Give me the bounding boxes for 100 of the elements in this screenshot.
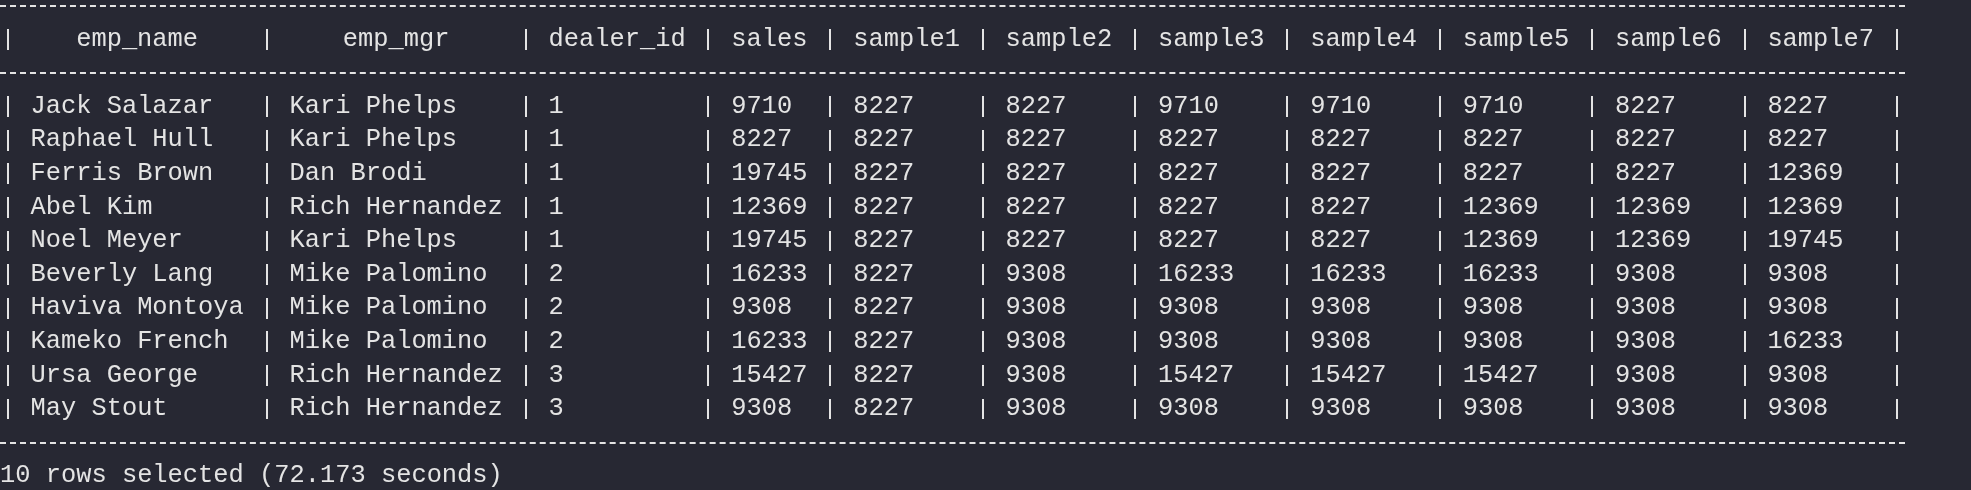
table-cell-text: 8227	[1156, 225, 1220, 258]
table-cell-text: Rich Hernandez	[288, 191, 504, 224]
table-cell-text: 16233	[1766, 325, 1845, 358]
table-cell-text: 8227	[1004, 191, 1068, 224]
table-cell-text: 12369	[1614, 191, 1693, 224]
table-cell-text: Kari Phelps	[288, 124, 459, 157]
table-cell-text: Mike Palomino	[288, 325, 489, 358]
table-cell-text: 2	[547, 292, 565, 325]
table-cell-text: 8227	[852, 325, 916, 358]
column-header: sample6	[1614, 23, 1723, 56]
table-cell-text: 9308	[1766, 258, 1830, 291]
table-cell-text: 9308	[1156, 292, 1220, 325]
table-cell-text: 2	[547, 325, 565, 358]
table-cell-text: 8227	[852, 292, 916, 325]
table-cell-text: 15427	[1461, 359, 1540, 392]
table-cell-text: 9308	[1309, 325, 1373, 358]
table-cell-text: 16233	[730, 258, 809, 291]
table-cell-text: 9308	[1614, 325, 1677, 358]
table-cell-text: 9308	[1004, 292, 1068, 325]
table-cell-text: Haviva Montoya	[29, 292, 245, 325]
table-cell-text: Noel Meyer	[29, 225, 184, 258]
table-cell-text: 8227	[1461, 124, 1525, 157]
column-header: emp_name	[75, 23, 200, 56]
table-cell-text: 3	[547, 393, 565, 426]
column-header: sample3	[1156, 23, 1266, 56]
table-cell-text: 12369	[1766, 191, 1845, 224]
table-cell-text: 9710	[1156, 90, 1220, 123]
table-cell-text: 9308	[730, 292, 794, 325]
table-cell-text: 9308	[1004, 393, 1068, 426]
table-cell-text: 9308	[730, 393, 794, 426]
table-cell-text: 15427	[1156, 359, 1236, 392]
table-cell-text: 8227	[1309, 225, 1373, 258]
table-cell-text: 3	[547, 359, 565, 392]
table-cell-text: 8227	[1156, 191, 1220, 224]
table-cell-text: 16233	[1156, 258, 1236, 291]
table-cell-text: 19745	[1766, 225, 1845, 258]
table-cell-text: 8227	[1766, 90, 1830, 123]
table-cell-text: Rich Hernandez	[288, 359, 504, 392]
table-cell-text: 8227	[852, 191, 916, 224]
table-cell-text: 8227	[1309, 191, 1373, 224]
status-message: 10 rows selected (72.173 seconds)	[0, 460, 503, 490]
table-cell-text: 1	[547, 191, 565, 224]
table-cell-text: Raphael Hull	[29, 124, 215, 157]
table-cell-text: 8227	[1004, 90, 1068, 123]
table-cell-text: 9308	[1461, 393, 1525, 426]
table-cell-text: Rich Hernandez	[288, 393, 504, 426]
table-cell-text: 12369	[1614, 225, 1693, 258]
table-cell-text: 9308	[1004, 258, 1068, 291]
table-cell-text: 8227	[852, 393, 916, 426]
table-cell-text: 8227	[1156, 157, 1220, 190]
table-cell-text: 8227	[852, 258, 916, 291]
table-cell-text: 16233	[1461, 258, 1540, 291]
table-cell-text: 9710	[730, 90, 794, 123]
column-header: dealer_id	[547, 23, 687, 56]
table-cell-text: 8227	[852, 225, 916, 258]
column-header: sample2	[1004, 23, 1114, 56]
column-header: emp_mgr	[341, 23, 451, 56]
table-cell-text: 8227	[730, 124, 794, 157]
table-cell-text: May Stout	[29, 393, 169, 426]
column-header: sample1	[852, 23, 961, 56]
table-cell-text: 8227	[1004, 157, 1068, 190]
table-cell-text: 16233	[730, 325, 809, 358]
table-cell-text: 2	[547, 258, 565, 291]
table-cell-text: 9308	[1004, 359, 1068, 392]
table-cell-text: Abel Kim	[29, 191, 154, 224]
column-header: sample7	[1766, 23, 1876, 56]
table-cell-text: 19745	[730, 157, 809, 190]
table-cell-text: 8227	[852, 359, 916, 392]
table-cell-text: Beverly Lang	[29, 258, 215, 291]
table-cell-text: 8227	[1004, 225, 1068, 258]
table-cell-text: 9710	[1309, 90, 1373, 123]
table-cell-text: Ursa George	[29, 359, 200, 392]
table-cell-text: 16233	[1309, 258, 1388, 291]
table-cell-text: 9308	[1461, 325, 1525, 358]
table-cell-text: Kameko French	[29, 325, 230, 358]
table-cell-text: 1	[547, 90, 565, 123]
table-cell-text: 8227	[1614, 90, 1677, 123]
table-cell-text: 15427	[1309, 359, 1388, 392]
table-cell-text: 9308	[1461, 292, 1525, 325]
table-cell-text: 9308	[1156, 325, 1220, 358]
table-cell-text: 9308	[1309, 292, 1373, 325]
table-cell-text: 1	[547, 124, 565, 157]
table-cell-text: 1	[547, 225, 565, 258]
table-cell-text: 9308	[1614, 359, 1677, 392]
table-cell-text: 12369	[1461, 225, 1540, 258]
table-cell-text: 8227	[1461, 157, 1525, 190]
table-cell-text: 15427	[730, 359, 809, 392]
column-header: sales	[730, 23, 809, 56]
column-header: sample4	[1309, 23, 1418, 56]
table-cell-text: 8227	[852, 124, 916, 157]
table-cell-text: 9308	[1614, 393, 1677, 426]
table-cell-text: 9308	[1004, 325, 1068, 358]
table-cell-text: Kari Phelps	[288, 225, 459, 258]
table-cell-text: 9308	[1614, 258, 1677, 291]
table-cell-text: 9308	[1766, 359, 1830, 392]
table-cell-text: 8227	[852, 157, 916, 190]
table-cell-text: 12369	[1766, 157, 1845, 190]
table-cell-text: 8227	[1614, 157, 1677, 190]
table-cell-text: 9710	[1461, 90, 1525, 123]
table-cell-text: 8227	[1614, 124, 1677, 157]
